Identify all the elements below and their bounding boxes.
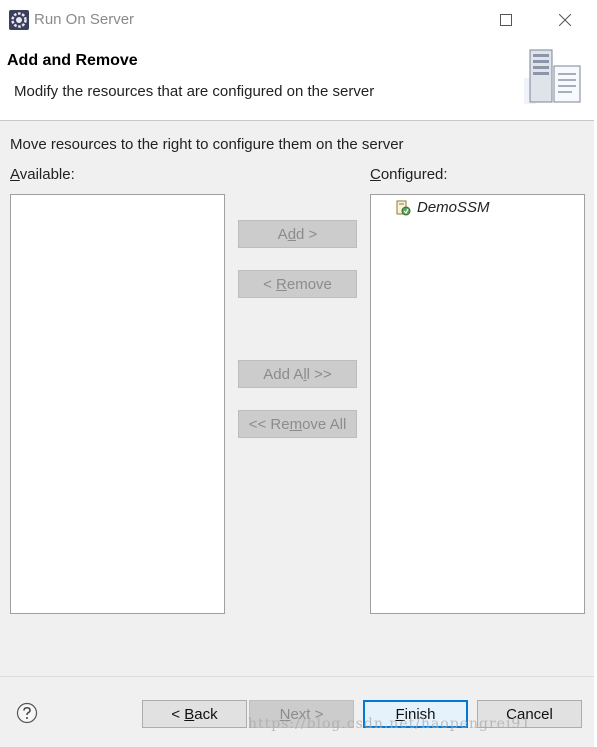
web-project-icon	[396, 200, 411, 215]
wizard-banner: Add and Remove Modify the resources that…	[0, 40, 597, 121]
add-label-post: d >	[296, 225, 318, 243]
remove-all-label-pre: << Re	[248, 415, 290, 433]
instruction-text: Move resources to the right to configure…	[10, 136, 404, 153]
footer-divider	[0, 676, 597, 677]
configured-list[interactable]: DemoSSM	[370, 194, 585, 614]
remove-all-mnemonic: m	[289, 415, 303, 433]
add-all-label-post: l >>	[306, 365, 332, 383]
page-title: Add and Remove	[7, 52, 138, 69]
title-bar: Run On Server	[0, 0, 597, 40]
configured-label: Configured:	[370, 166, 448, 183]
add-mnemonic: d	[287, 225, 297, 243]
eclipse-gear-icon	[9, 10, 29, 30]
remove-label-pre: <	[263, 275, 277, 293]
remove-all-label-post: ove All	[302, 415, 347, 433]
available-mnemonic: A	[10, 166, 20, 183]
help-icon[interactable]	[16, 702, 38, 724]
available-list[interactable]	[10, 194, 225, 614]
back-label-pre: <	[171, 705, 185, 723]
back-button[interactable]: < Back	[142, 700, 247, 728]
back-label-post: ack	[194, 705, 218, 723]
add-all-label-pre: Add A	[263, 365, 304, 383]
add-label-pre: A	[277, 225, 288, 243]
available-label: Available:	[10, 166, 75, 183]
watermark-text: https://blog.csdn.net/haopengrei91	[248, 716, 532, 732]
configured-item[interactable]: DemoSSM	[395, 199, 490, 216]
maximize-icon[interactable]	[484, 4, 528, 36]
remove-label-post: emove	[286, 275, 332, 293]
available-label-text: vailable:	[19, 166, 75, 183]
remove-all-button[interactable]: << Re m ove All	[238, 410, 357, 438]
remove-mnemonic: R	[276, 275, 287, 293]
configured-label-text: onfigured:	[380, 166, 448, 183]
remove-button[interactable]: < Remove	[238, 270, 357, 298]
add-button[interactable]: Add >	[238, 220, 357, 248]
server-wizard-icon	[524, 49, 581, 104]
configured-mnemonic: C	[370, 166, 381, 183]
close-icon[interactable]	[543, 4, 587, 36]
configured-item-label: DemoSSM	[417, 199, 490, 216]
add-all-button[interactable]: Add All >>	[238, 360, 357, 388]
page-description: Modify the resources that are configured…	[14, 83, 375, 100]
back-mnemonic: B	[184, 705, 195, 723]
minimize-icon[interactable]	[426, 4, 470, 36]
run-on-server-dialog: Run On Server Add and Remove Modify the …	[0, 0, 597, 747]
window-title: Run On Server	[34, 11, 135, 28]
